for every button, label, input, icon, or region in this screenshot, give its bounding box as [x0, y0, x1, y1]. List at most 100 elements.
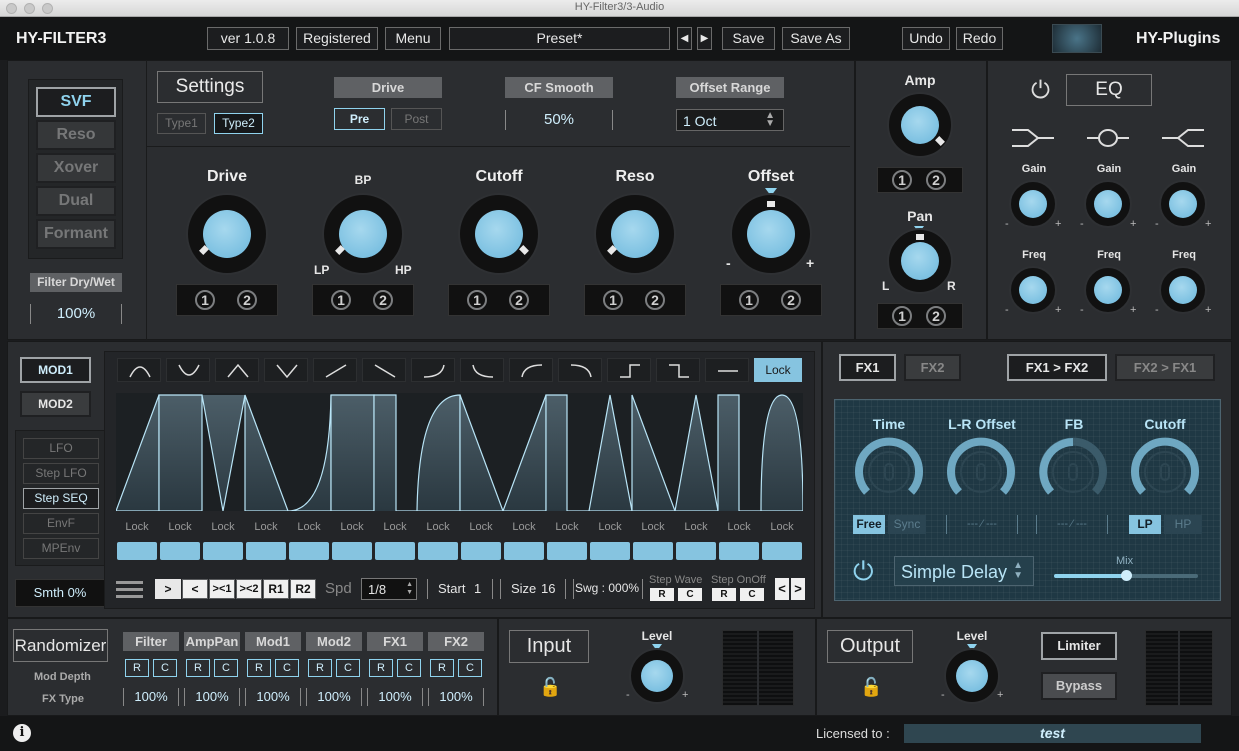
- filter-type-reso[interactable]: Reso: [36, 120, 116, 150]
- next-preset-button[interactable]: ▶: [697, 27, 712, 50]
- filter-type-xover[interactable]: Xover: [36, 153, 116, 183]
- version-button[interactable]: ver 1.0.8: [207, 27, 289, 50]
- randomizer-clear-button[interactable]: C: [336, 659, 360, 677]
- fx1-to-fx2-button[interactable]: FX1 > FX2: [1007, 354, 1107, 381]
- amp-knob[interactable]: [887, 92, 953, 158]
- mod2-slot[interactable]: 2: [645, 290, 665, 310]
- step-onoff-toggle[interactable]: [418, 542, 458, 560]
- eq-high-freq-knob[interactable]: [1159, 266, 1207, 314]
- wave-lock-button[interactable]: Lock: [754, 358, 802, 382]
- mod1-slot[interactable]: 1: [892, 170, 912, 190]
- reso-knob[interactable]: [594, 193, 676, 275]
- eq-low-gain-knob[interactable]: [1009, 180, 1057, 228]
- step-onoff-toggle[interactable]: [676, 542, 716, 560]
- wave-log-down-icon[interactable]: [558, 358, 602, 382]
- mod1-slot[interactable]: 1: [195, 290, 215, 310]
- seq-prev-button[interactable]: <: [775, 578, 789, 600]
- step-lock-toggle[interactable]: Lock: [504, 521, 544, 533]
- fx-lp-button[interactable]: LP: [1129, 515, 1161, 534]
- fx1-tab[interactable]: FX1: [839, 354, 896, 381]
- step-lock-toggle[interactable]: Lock: [461, 521, 501, 533]
- randomizer-clear-button[interactable]: C: [153, 659, 177, 677]
- fx-sync-button[interactable]: Sync: [888, 515, 926, 534]
- hamburger-menu-icon[interactable]: [116, 579, 143, 599]
- filter-type-svf[interactable]: SVF: [36, 87, 116, 117]
- step-lock-toggle[interactable]: Lock: [246, 521, 286, 533]
- randomizer-button[interactable]: Randomizer: [13, 629, 108, 662]
- randomizer-clear-button[interactable]: C: [275, 659, 299, 677]
- play-reverse-button[interactable]: <: [182, 579, 208, 599]
- step-onoff-toggle[interactable]: [160, 542, 200, 560]
- wave-inv-sine-icon[interactable]: [166, 358, 210, 382]
- step-wave-clear-button[interactable]: C: [678, 588, 702, 601]
- step-wave-random-button[interactable]: R: [650, 588, 674, 601]
- step-lock-toggle[interactable]: Lock: [762, 521, 802, 533]
- step-lock-toggle[interactable]: Lock: [633, 521, 673, 533]
- step-onoff-toggle[interactable]: [332, 542, 372, 560]
- preset-name-field[interactable]: Preset*: [449, 27, 670, 50]
- mod1-slot[interactable]: 1: [739, 290, 759, 310]
- eq-low-freq-knob[interactable]: [1009, 266, 1057, 314]
- fx-fb-value[interactable]: --- ⁄ ---: [1036, 515, 1108, 534]
- mod2-slot[interactable]: 2: [509, 290, 529, 310]
- step-onoff-toggle[interactable]: [375, 542, 415, 560]
- fx-type-select[interactable]: Simple Delay ▲ ▼: [894, 556, 1034, 586]
- theme-button[interactable]: [1052, 24, 1102, 53]
- wave-exp-down-icon[interactable]: [460, 358, 504, 382]
- step-onoff-toggle[interactable]: [203, 542, 243, 560]
- step-onoff-toggle[interactable]: [504, 542, 544, 560]
- step-onoff-toggle[interactable]: [719, 542, 759, 560]
- wave-square-down-icon[interactable]: [656, 358, 700, 382]
- prev-preset-button[interactable]: ◀: [677, 27, 692, 50]
- menu-button[interactable]: Menu: [385, 27, 441, 50]
- step-onoff-toggle[interactable]: [461, 542, 501, 560]
- bypass-button[interactable]: Bypass: [1041, 672, 1117, 700]
- smooth-value[interactable]: Smth 0%: [15, 579, 105, 607]
- wave-square-up-icon[interactable]: [607, 358, 651, 382]
- randomizer-depth-value[interactable]: 100%: [184, 688, 240, 706]
- mod2-slot[interactable]: 2: [237, 290, 257, 310]
- randomizer-random-button[interactable]: R: [186, 659, 210, 677]
- step-lock-toggle[interactable]: Lock: [160, 521, 200, 533]
- size-value[interactable]: 16: [541, 581, 555, 596]
- fx-lr-offset-knob[interactable]: [945, 436, 1017, 508]
- eq-power-icon[interactable]: ⏻: [1031, 77, 1050, 105]
- save-button[interactable]: Save: [722, 27, 775, 50]
- mod2-slot[interactable]: 2: [373, 290, 393, 310]
- wave-flat-icon[interactable]: [705, 358, 749, 382]
- step-lock-toggle[interactable]: Lock: [375, 521, 415, 533]
- input-level-knob[interactable]: [629, 648, 685, 704]
- eq-button[interactable]: EQ: [1066, 74, 1152, 106]
- fx-hp-button[interactable]: HP: [1164, 515, 1202, 534]
- start-value[interactable]: 1: [474, 581, 481, 596]
- pingpong1-button[interactable]: ><1: [209, 579, 235, 599]
- mod1-slot[interactable]: 1: [331, 290, 351, 310]
- undo-button[interactable]: Undo: [902, 27, 950, 50]
- wave-triangle-icon[interactable]: [215, 358, 259, 382]
- mod1-slot[interactable]: 1: [467, 290, 487, 310]
- type1-button[interactable]: Type1: [157, 113, 206, 134]
- randomizer-clear-button[interactable]: C: [458, 659, 482, 677]
- offset-range-select[interactable]: 1 Oct ▲ ▼: [676, 109, 784, 131]
- random1-button[interactable]: R1: [263, 579, 289, 599]
- randomizer-clear-button[interactable]: C: [397, 659, 421, 677]
- wave-ramp-up-icon[interactable]: [313, 358, 357, 382]
- eq-high-gain-knob[interactable]: [1159, 180, 1207, 228]
- eq-mid-freq-knob[interactable]: [1084, 266, 1132, 314]
- drive-pre-button[interactable]: Pre: [334, 108, 385, 130]
- registered-button[interactable]: Registered: [296, 27, 378, 50]
- play-forward-button[interactable]: >: [155, 579, 181, 599]
- mod1-tab[interactable]: MOD1: [20, 357, 91, 383]
- step-lock-toggle[interactable]: Lock: [289, 521, 329, 533]
- limiter-button[interactable]: Limiter: [1041, 632, 1117, 660]
- step-lock-toggle[interactable]: Lock: [547, 521, 587, 533]
- info-icon[interactable]: i: [13, 724, 31, 742]
- fx2-to-fx1-button[interactable]: FX2 > FX1: [1115, 354, 1215, 381]
- fx2-tab[interactable]: FX2: [904, 354, 961, 381]
- mod-type-envf[interactable]: EnvF: [23, 513, 99, 534]
- mod1-slot[interactable]: 1: [892, 306, 912, 326]
- mod-type-step-lfo[interactable]: Step LFO: [23, 463, 99, 484]
- step-onoff-toggle[interactable]: [762, 542, 802, 560]
- settings-button[interactable]: Settings: [157, 71, 263, 103]
- offset-knob[interactable]: [730, 193, 812, 275]
